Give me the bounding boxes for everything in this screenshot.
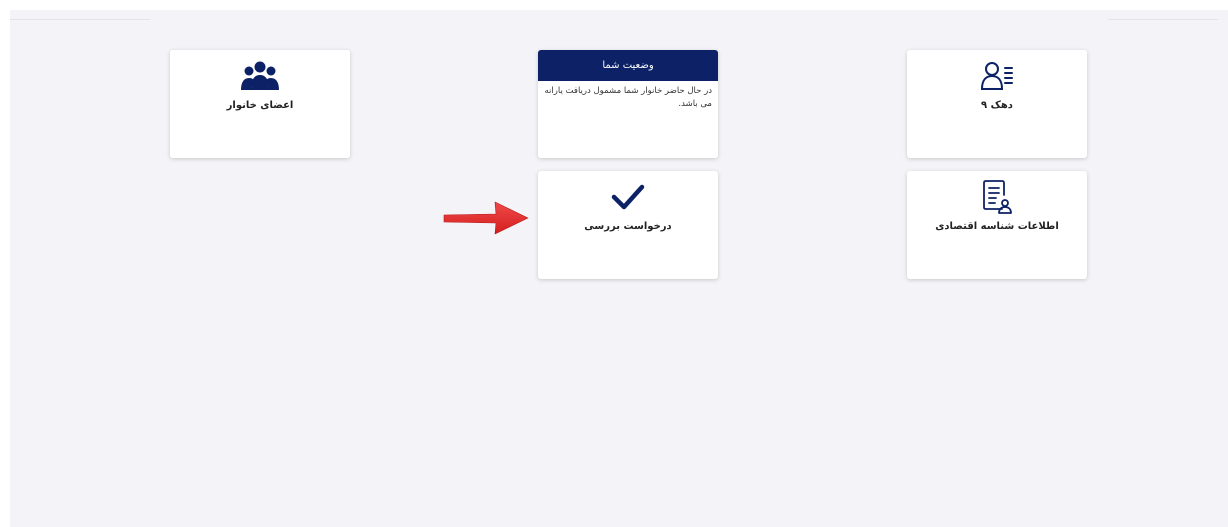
economic-id-label: اطلاعات شناسه اقتصادی — [935, 221, 1059, 232]
status-card: وضعیت شما در حال حاضر خانوار شما مشمول د… — [538, 50, 718, 158]
decile-card[interactable]: دهک ۹ — [907, 50, 1087, 158]
family-members-label: اعضای خانوار — [226, 100, 294, 111]
status-text: در حال حاضر خانوار شما مشمول دریافت یارا… — [544, 86, 713, 109]
review-request-card[interactable]: درخواست بررسی — [538, 171, 718, 279]
red-arrow-icon — [440, 198, 532, 242]
document-user-icon — [980, 179, 1014, 219]
top-divider-left — [10, 19, 150, 20]
review-request-label: درخواست بررسی — [584, 221, 672, 232]
decile-label: دهک ۹ — [981, 100, 1013, 111]
economic-id-card[interactable]: اطلاعات شناسه اقتصادی — [907, 171, 1087, 279]
top-divider-right — [1108, 19, 1218, 20]
status-title: وضعیت شما — [538, 50, 718, 81]
checkmark-icon — [610, 183, 646, 215]
user-list-icon — [979, 60, 1015, 96]
users-group-icon — [240, 60, 280, 96]
family-members-card[interactable]: اعضای خانوار — [170, 50, 350, 158]
